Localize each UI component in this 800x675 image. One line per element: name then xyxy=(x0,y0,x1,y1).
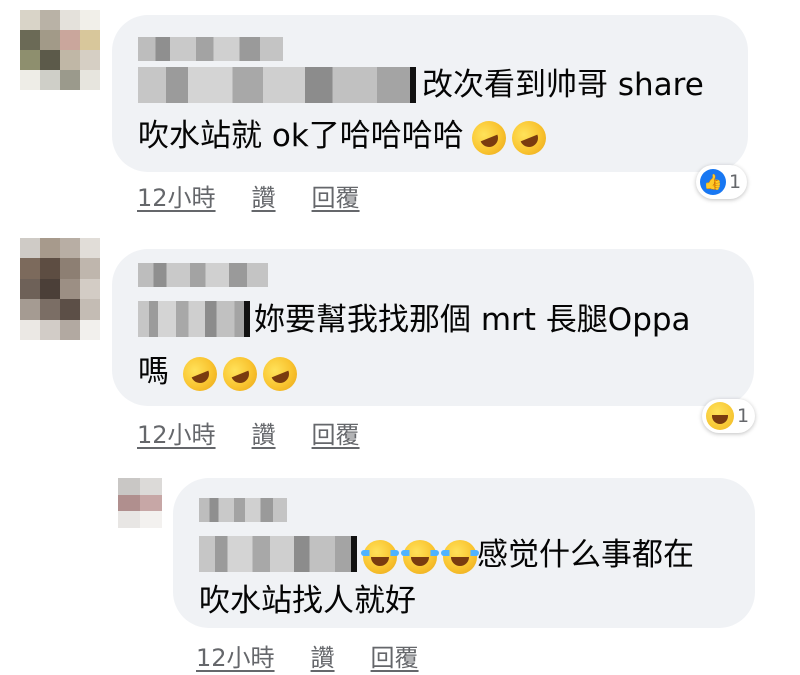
joy-emoji-icon xyxy=(361,539,399,574)
rofl-emoji-icon xyxy=(257,351,303,396)
comment-actions: 12小時 讚 回覆 xyxy=(137,178,360,213)
haha-icon xyxy=(706,402,734,430)
reply-link[interactable]: 回覆 xyxy=(312,415,360,450)
comment-bubble: 改次看到帅哥 share 吹水站就 ok了哈哈哈哈 xyxy=(112,15,748,172)
reply-bubble: 感觉什么事都在 吹水站找人就好 xyxy=(173,478,755,628)
reaction-summary[interactable]: 👍 1 xyxy=(696,165,748,199)
reaction-count: 1 xyxy=(737,405,750,427)
reaction-summary[interactable]: 1 xyxy=(702,399,756,433)
rofl-emoji-icon xyxy=(466,115,511,160)
rofl-emoji-icon xyxy=(177,351,223,396)
timestamp-link[interactable]: 12小時 xyxy=(137,415,216,450)
tagged-friend-name[interactable] xyxy=(138,67,416,103)
like-link[interactable]: 讚 xyxy=(311,638,335,673)
commenter-avatar[interactable] xyxy=(20,238,100,340)
reply-link[interactable]: 回覆 xyxy=(312,178,360,213)
rofl-emoji-icon xyxy=(506,115,551,160)
timestamp-link[interactable]: 12小時 xyxy=(137,178,216,213)
comment-actions: 12小時 讚 回覆 xyxy=(137,415,360,450)
like-link[interactable]: 讚 xyxy=(252,178,276,213)
comment-text: 妳要幫我找那個 mrt 長腿Oppa xyxy=(254,302,691,338)
comment-text: 嗎 xyxy=(138,347,303,397)
like-icon: 👍 xyxy=(700,169,726,195)
tagged-friend-name[interactable] xyxy=(138,301,250,337)
reply-avatar[interactable] xyxy=(118,478,162,528)
commenter-avatar[interactable] xyxy=(20,10,100,90)
commenter-name[interactable] xyxy=(138,37,283,61)
reply-text: 感觉什么事都在 xyxy=(361,530,694,580)
comment-text: 改次看到帅哥 share xyxy=(422,67,704,103)
joy-emoji-icon xyxy=(401,539,439,574)
reply-author-name[interactable] xyxy=(199,498,287,522)
reply-link[interactable]: 回覆 xyxy=(371,638,419,673)
comment-bubble: 妳要幫我找那個 mrt 長腿Oppa 嗎 xyxy=(112,249,754,406)
reply-text: 吹水站找人就好 xyxy=(199,583,416,619)
commenter-name[interactable] xyxy=(138,263,268,287)
tagged-friend-name[interactable] xyxy=(199,536,357,572)
joy-emoji-icon xyxy=(441,539,479,574)
reply-actions: 12小時 讚 回覆 xyxy=(196,638,419,673)
comment-text: 吹水站就 ok了哈哈哈哈 xyxy=(138,111,551,161)
like-link[interactable]: 讚 xyxy=(252,415,276,450)
timestamp-link[interactable]: 12小時 xyxy=(196,638,275,673)
rofl-emoji-icon xyxy=(217,351,263,396)
reaction-count: 1 xyxy=(729,171,742,193)
